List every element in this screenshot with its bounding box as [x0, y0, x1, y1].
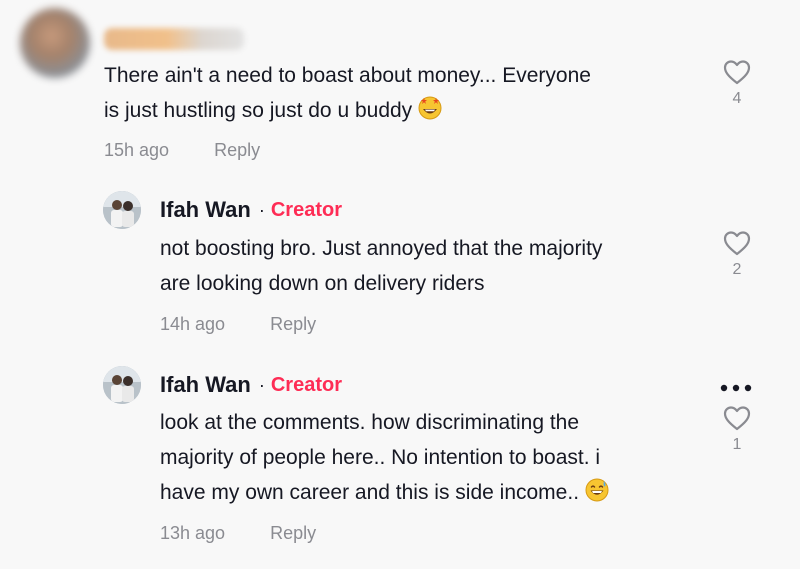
comment-meta: 15h ago Reply — [104, 140, 260, 161]
like-button[interactable]: 1 — [720, 404, 754, 454]
like-count: 4 — [732, 90, 742, 107]
timestamp: 15h ago — [104, 140, 170, 160]
like-count: 1 — [732, 436, 742, 453]
timestamp: 14h ago — [160, 314, 226, 334]
comment-text-line: There ain't a need to boast about money.… — [104, 64, 591, 87]
grinning-sweat-emoji — [585, 478, 609, 513]
username[interactable]: Ifah Wan — [160, 372, 251, 398]
separator-dot: · — [258, 374, 265, 395]
username[interactable]: Ifah Wan — [160, 197, 251, 223]
reply-button[interactable]: Reply — [270, 314, 316, 334]
star-struck-emoji — [418, 96, 442, 131]
name-row: Ifah Wan · Creator — [160, 370, 342, 400]
reply-item: Ifah Wan · Creator not boosting bro. Jus… — [0, 185, 800, 345]
creator-badge: Creator — [270, 198, 342, 221]
heart-outline-icon[interactable] — [722, 229, 752, 257]
username-blurred[interactable] — [104, 28, 244, 50]
comment-text-line: look at the comments. how discriminating… — [160, 411, 580, 434]
more-dots-icon[interactable] — [716, 383, 756, 393]
more-options-button[interactable] — [716, 380, 756, 393]
creator-badge: Creator — [270, 373, 342, 396]
comment-text-line: majority of people here.. No intention t… — [160, 446, 601, 469]
comment-text: There ain't a need to boast about money.… — [104, 58, 591, 131]
like-button[interactable]: 2 — [720, 229, 754, 279]
comment-item: There ain't a need to boast about money.… — [0, 0, 800, 175]
name-row: Ifah Wan · Creator — [160, 195, 342, 225]
comment-text: look at the comments. how discriminating… — [160, 405, 609, 513]
separator-dot: · — [258, 199, 265, 220]
reply-button[interactable]: Reply — [214, 140, 260, 160]
comment-text-line: is just hustling so just do u buddy — [104, 93, 591, 131]
heart-outline-icon[interactable] — [722, 58, 752, 86]
comment-meta: 13h ago Reply — [160, 523, 316, 544]
heart-outline-icon[interactable] — [722, 404, 752, 432]
timestamp: 13h ago — [160, 523, 226, 543]
reply-item: Ifah Wan · Creator look at the comments.… — [0, 360, 800, 560]
avatar[interactable] — [103, 191, 141, 229]
comment-text-line: have my own career and this is side inco… — [160, 475, 609, 513]
avatar[interactable] — [20, 8, 90, 78]
comment-text-line: not boosting bro. Just annoyed that the … — [160, 237, 603, 260]
comment-text-line: are looking down on delivery riders — [160, 272, 485, 295]
comment-text: not boosting bro. Just annoyed that the … — [160, 231, 602, 301]
avatar[interactable] — [103, 366, 141, 404]
like-button[interactable]: 4 — [720, 58, 754, 108]
like-count: 2 — [732, 261, 742, 278]
comment-meta: 14h ago Reply — [160, 314, 316, 335]
reply-button[interactable]: Reply — [270, 523, 316, 543]
